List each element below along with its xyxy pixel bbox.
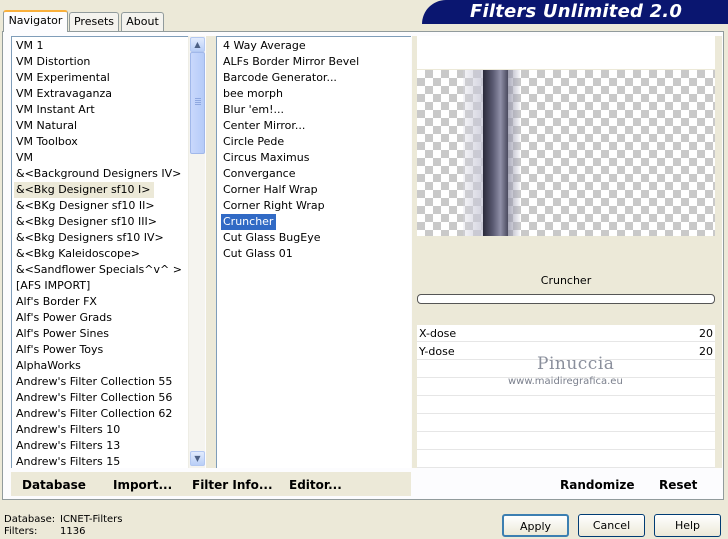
database-button[interactable]: Database <box>22 476 86 494</box>
category-item[interactable]: Alf's Power Toys <box>14 342 106 358</box>
filter-item[interactable]: Circus Maximus <box>221 150 312 166</box>
scroll-thumb[interactable] <box>190 52 205 154</box>
category-item[interactable]: VM 1 <box>14 38 47 54</box>
status-filters-value: 1136 <box>60 526 86 537</box>
status-database-label: Database: <box>4 514 56 525</box>
category-item[interactable]: VM Distortion <box>14 54 93 70</box>
param-row[interactable]: X-dose 20 <box>417 325 715 342</box>
category-item[interactable]: Alf's Power Sines <box>14 326 112 342</box>
reset-button[interactable]: Reset <box>659 476 697 494</box>
chevron-up-icon[interactable]: ▲ <box>190 37 205 52</box>
tab-about[interactable]: About <box>121 12 164 31</box>
param-row-empty <box>417 415 715 432</box>
category-item[interactable]: &<Bkg Designers sf10 IV> <box>14 230 167 246</box>
param-row-empty <box>417 451 715 468</box>
filter-item[interactable]: Cruncher <box>221 214 277 230</box>
category-item[interactable]: &<Bkg Kaleidoscope> <box>14 246 143 262</box>
filter-item[interactable]: Barcode Generator... <box>221 70 340 86</box>
filter-item[interactable]: Cut Glass 01 <box>221 246 296 262</box>
filter-item[interactable]: Corner Half Wrap <box>221 182 321 198</box>
watermark-url: www.maidiregrafica.eu <box>508 376 623 387</box>
preview-image <box>417 70 715 236</box>
param-value[interactable]: 20 <box>699 345 713 358</box>
app-title: Filters Unlimited 2.0 <box>470 1 683 22</box>
filter-list[interactable]: 4 Way Average ALFs Border Mirror Bevel Bar… <box>216 36 411 468</box>
category-item[interactable]: &<Bkg Designer sf10 III> <box>14 214 160 230</box>
import-button[interactable]: Import... <box>113 476 172 494</box>
category-item[interactable]: VM Experimental <box>14 70 113 86</box>
status-filters-label: Filters: <box>4 526 38 537</box>
param-label: Y-dose <box>419 345 455 358</box>
category-item[interactable]: VM Natural <box>14 118 80 134</box>
category-item[interactable]: Andrew's Filter Collection 56 <box>14 390 175 406</box>
filter-item[interactable]: bee morph <box>221 86 286 102</box>
filter-info-button[interactable]: Filter Info... <box>192 476 273 494</box>
filter-item[interactable]: Convergance <box>221 166 299 182</box>
category-item[interactable]: Andrew's Filters 13 <box>14 438 123 454</box>
category-item[interactable]: Andrew's Filter Collection 62 <box>14 406 175 422</box>
watermark-name: Pinuccia <box>537 354 615 374</box>
category-item[interactable]: &<BKg Designer sf10 II> <box>14 198 158 214</box>
category-item[interactable]: Alf's Power Grads <box>14 310 115 326</box>
category-list[interactable]: VM 1 VM Distortion VM Experimental VM Extra… <box>11 36 188 468</box>
category-item[interactable]: &<Sandflower Specials^v^ > <box>14 262 185 278</box>
apply-button[interactable]: Apply <box>502 514 569 537</box>
chevron-down-icon[interactable]: ▼ <box>190 451 205 466</box>
preview-filter-name: Cruncher <box>540 274 592 287</box>
progress-bar <box>417 294 715 304</box>
filter-item[interactable]: Blur 'em!... <box>221 102 287 118</box>
filter-item[interactable]: 4 Way Average <box>221 38 309 54</box>
category-item[interactable]: VM Extravaganza <box>14 86 115 102</box>
category-item[interactable]: Andrew's Filter Collection 55 <box>14 374 175 390</box>
param-row-empty <box>417 433 715 450</box>
category-item[interactable]: Alf's Border FX <box>14 294 100 310</box>
param-value[interactable]: 20 <box>699 327 713 340</box>
category-scrollbar[interactable]: ▲ ▼ <box>188 36 205 468</box>
filter-item[interactable]: Center Mirror... <box>221 118 308 134</box>
tab-presets[interactable]: Presets <box>69 12 119 31</box>
status-database-value: ICNET-Filters <box>60 514 123 525</box>
category-item[interactable]: Andrew's Filters 10 <box>14 422 123 438</box>
category-item[interactable]: VM Toolbox <box>14 134 81 150</box>
category-item[interactable]: Andrew's Filters 15 <box>14 454 123 468</box>
category-item[interactable]: &<Bkg Designer sf10 I> <box>14 182 154 198</box>
preview-top-margin <box>417 36 715 69</box>
category-item[interactable]: VM <box>14 150 36 166</box>
filter-name-bar: Cruncher <box>417 270 715 292</box>
category-item[interactable]: AlphaWorks <box>14 358 84 374</box>
param-row-empty <box>417 397 715 414</box>
param-label: X-dose <box>419 327 457 340</box>
category-item[interactable]: [AFS IMPORT] <box>14 278 93 294</box>
cancel-button[interactable]: Cancel <box>578 514 645 537</box>
help-button[interactable]: Help <box>654 514 721 537</box>
filter-item[interactable]: Corner Right Wrap <box>221 198 328 214</box>
randomize-button[interactable]: Randomize <box>560 476 634 494</box>
filter-item[interactable]: Cut Glass BugEye <box>221 230 323 246</box>
editor-button[interactable]: Editor... <box>289 476 342 494</box>
list-divider <box>206 36 216 468</box>
filter-item[interactable]: ALFs Border Mirror Bevel <box>221 54 362 70</box>
category-item[interactable]: VM Instant Art <box>14 102 98 118</box>
filter-item[interactable]: Circle Pede <box>221 134 287 150</box>
tab-navigator[interactable]: Navigator <box>3 10 68 32</box>
category-item[interactable]: &<Background Designers IV> <box>14 166 184 182</box>
